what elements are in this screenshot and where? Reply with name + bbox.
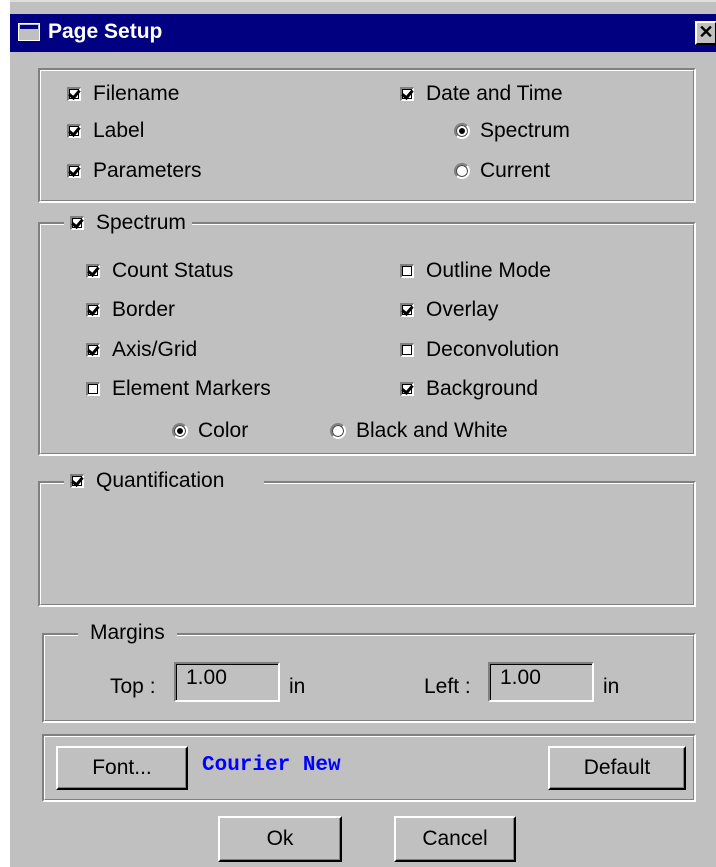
current-font-name: Courier New — [202, 754, 341, 777]
filename-option[interactable]: Filename — [67, 80, 179, 108]
background-option[interactable]: Background — [400, 375, 538, 403]
margins-group-title: Margins — [78, 620, 177, 646]
color-mode-color[interactable]: Color — [172, 417, 248, 445]
color-mode-bw[interactable]: Black and White — [330, 417, 508, 445]
background-label: Background — [426, 377, 539, 400]
count-status-label: Count Status — [112, 259, 234, 282]
quantification-group — [38, 481, 696, 607]
overlay-label: Overlay — [426, 298, 499, 321]
ok-button[interactable]: Ok — [218, 816, 342, 862]
color-mode-bw-label: Black and White — [356, 419, 508, 442]
cancel-button-label: Cancel — [422, 827, 488, 850]
overlay-checkbox[interactable] — [400, 303, 414, 317]
spectrum-group-title[interactable]: Spectrum — [64, 210, 192, 236]
date-source-spectrum-radio[interactable] — [454, 123, 470, 139]
title-bar[interactable]: Page Setup ✕ — [10, 14, 716, 52]
margins-title: Margins — [90, 621, 165, 644]
date-source-current-label: Current — [480, 159, 551, 182]
filename-checkbox[interactable] — [67, 87, 81, 101]
close-icon: ✕ — [698, 22, 714, 42]
outline-mode-label: Outline Mode — [426, 259, 551, 282]
border-option[interactable]: Border — [86, 296, 175, 324]
font-button-label: Font... — [92, 756, 152, 779]
color-mode-bw-radio[interactable] — [330, 423, 346, 439]
axis-grid-label: Axis/Grid — [112, 338, 198, 361]
quantification-group-title[interactable]: Quantification — [64, 468, 265, 494]
quantification-checkbox[interactable] — [70, 474, 84, 488]
outline-mode-option[interactable]: Outline Mode — [400, 257, 551, 285]
spectrum-title-label: Spectrum — [96, 211, 186, 234]
element-markers-option[interactable]: Element Markers — [86, 375, 271, 403]
date-source-spectrum-label: Spectrum — [480, 119, 570, 142]
date-time-checkbox[interactable] — [400, 87, 414, 101]
left-margin-input[interactable]: 1.00 — [488, 662, 594, 702]
deconvolution-option[interactable]: Deconvolution — [400, 336, 559, 364]
parameters-checkbox[interactable] — [67, 164, 81, 178]
left-margin — [0, 0, 10, 867]
deconvolution-label: Deconvolution — [426, 338, 560, 361]
ok-button-label: Ok — [266, 827, 294, 850]
top-margin-label: Top : — [110, 675, 156, 698]
deconvolution-checkbox[interactable] — [400, 343, 414, 357]
default-button-label: Default — [583, 756, 651, 779]
color-mode-color-label: Color — [198, 419, 249, 442]
border-checkbox[interactable] — [86, 303, 100, 317]
top-margin-unit: in — [289, 675, 306, 698]
font-button[interactable]: Font... — [56, 746, 188, 790]
default-button[interactable]: Default — [548, 746, 686, 790]
left-margin-label: Left : — [424, 675, 471, 698]
axis-grid-option[interactable]: Axis/Grid — [86, 336, 197, 364]
label-label: Label — [93, 119, 145, 142]
date-source-current-radio[interactable] — [454, 163, 470, 179]
parameters-option[interactable]: Parameters — [67, 157, 202, 185]
spectrum-checkbox[interactable] — [70, 216, 84, 230]
top-margin-input[interactable]: 1.00 — [174, 662, 280, 702]
date-source-current[interactable]: Current — [454, 157, 550, 185]
date-time-label: Date and Time — [426, 82, 563, 105]
outline-mode-checkbox[interactable] — [400, 264, 414, 278]
filename-label: Filename — [93, 82, 180, 105]
element-markers-label: Element Markers — [112, 377, 271, 400]
date-time-option[interactable]: Date and Time — [400, 80, 563, 108]
count-status-checkbox[interactable] — [86, 264, 100, 278]
parameters-label: Parameters — [93, 159, 202, 182]
element-markers-checkbox[interactable] — [86, 382, 100, 396]
cancel-button[interactable]: Cancel — [394, 816, 516, 862]
background-checkbox[interactable] — [400, 382, 414, 396]
close-button[interactable]: ✕ — [695, 21, 716, 45]
window-title: Page Setup — [48, 20, 163, 43]
label-option[interactable]: Label — [67, 117, 144, 145]
label-checkbox[interactable] — [67, 124, 81, 138]
quantification-title-label: Quantification — [96, 469, 225, 492]
date-source-spectrum[interactable]: Spectrum — [454, 117, 570, 145]
border-label: Border — [112, 298, 176, 321]
count-status-option[interactable]: Count Status — [86, 257, 233, 285]
axis-grid-checkbox[interactable] — [86, 343, 100, 357]
window-icon — [18, 23, 40, 41]
top-margin-value: 1.00 — [186, 666, 227, 689]
color-mode-color-radio[interactable] — [172, 423, 188, 439]
left-margin-unit: in — [603, 675, 620, 698]
overlay-option[interactable]: Overlay — [400, 296, 498, 324]
left-margin-value: 1.00 — [500, 666, 541, 689]
